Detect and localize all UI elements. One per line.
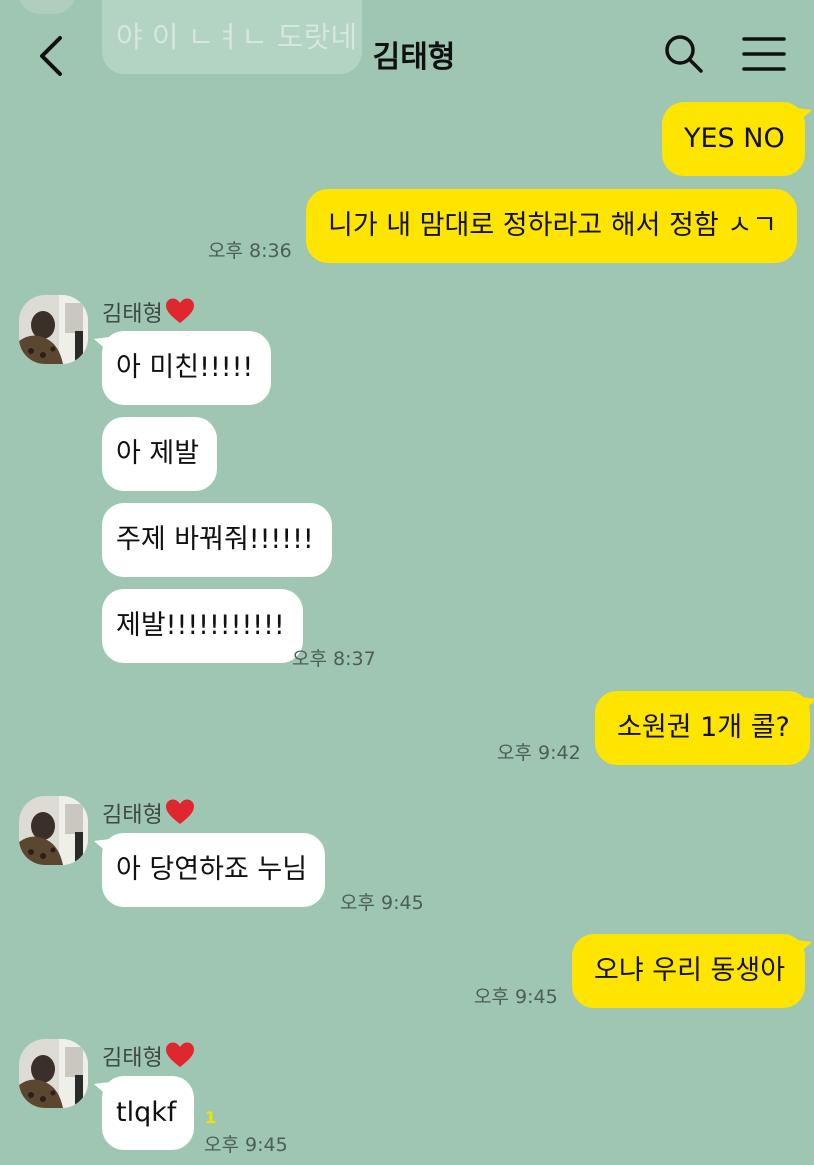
- sender-name-text: 김태형: [102, 1046, 163, 1071]
- sender-name: 김태형: [102, 1040, 195, 1072]
- previous-message-preview: 야 이 ㄴㅕㄴ 도랏네: [102, 0, 362, 74]
- search-button[interactable]: [660, 30, 708, 78]
- message-timestamp: 오후 9:45: [204, 1134, 288, 1156]
- their-message-bubble[interactable]: 아 당연하죠 누님: [93, 833, 326, 907]
- my-message-bubble[interactable]: 소원권 1개 콜?: [595, 691, 814, 765]
- their-message-bubble[interactable]: 주제 바꿔줘!!!!!!: [102, 503, 332, 577]
- message-timestamp: 오후 9:45: [340, 892, 424, 914]
- chevron-left-icon: [40, 36, 62, 76]
- my-message-bubble[interactable]: YES NO: [662, 102, 812, 176]
- their-message-bubble[interactable]: 아 미친!!!!!: [93, 331, 272, 405]
- my-message-bubble[interactable]: 오냐 우리 동생아: [572, 934, 813, 1008]
- sender-name-text: 김태형: [102, 803, 163, 828]
- sender-name: 김태형: [102, 296, 195, 328]
- contact-avatar[interactable]: [19, 295, 88, 364]
- sender-name-text: 김태형: [102, 302, 163, 327]
- menu-icon: [742, 37, 786, 71]
- my-message-bubble[interactable]: 니가 내 맘대로 정하라고 해서 정함 ㅅㄱ: [306, 189, 797, 263]
- menu-button[interactable]: [738, 30, 790, 78]
- their-message-bubble[interactable]: 제발!!!!!!!!!!!: [102, 589, 303, 663]
- profile-photo: [19, 1039, 88, 1108]
- message-timestamp: 오후 8:37: [292, 648, 376, 670]
- their-message-bubble[interactable]: 아 제발: [102, 417, 218, 491]
- message-timestamp: 오후 9:45: [474, 986, 558, 1008]
- profile-photo: [19, 796, 88, 865]
- unread-count: 1: [205, 1108, 217, 1127]
- profile-photo: [19, 295, 88, 364]
- heart-icon: [165, 799, 194, 824]
- message-timestamp: 오후 9:42: [497, 742, 581, 764]
- their-message-bubble[interactable]: tlqkf: [93, 1076, 195, 1150]
- heart-icon: [165, 298, 194, 323]
- heart-icon: [165, 1042, 194, 1067]
- sender-name: 김태형: [102, 797, 195, 829]
- contact-avatar[interactable]: [19, 796, 88, 865]
- search-icon: [665, 35, 703, 73]
- message-timestamp: 오후 8:36: [208, 240, 292, 262]
- contact-avatar[interactable]: [19, 1039, 88, 1108]
- previous-avatar: [18, 0, 76, 14]
- back-button[interactable]: [30, 28, 80, 84]
